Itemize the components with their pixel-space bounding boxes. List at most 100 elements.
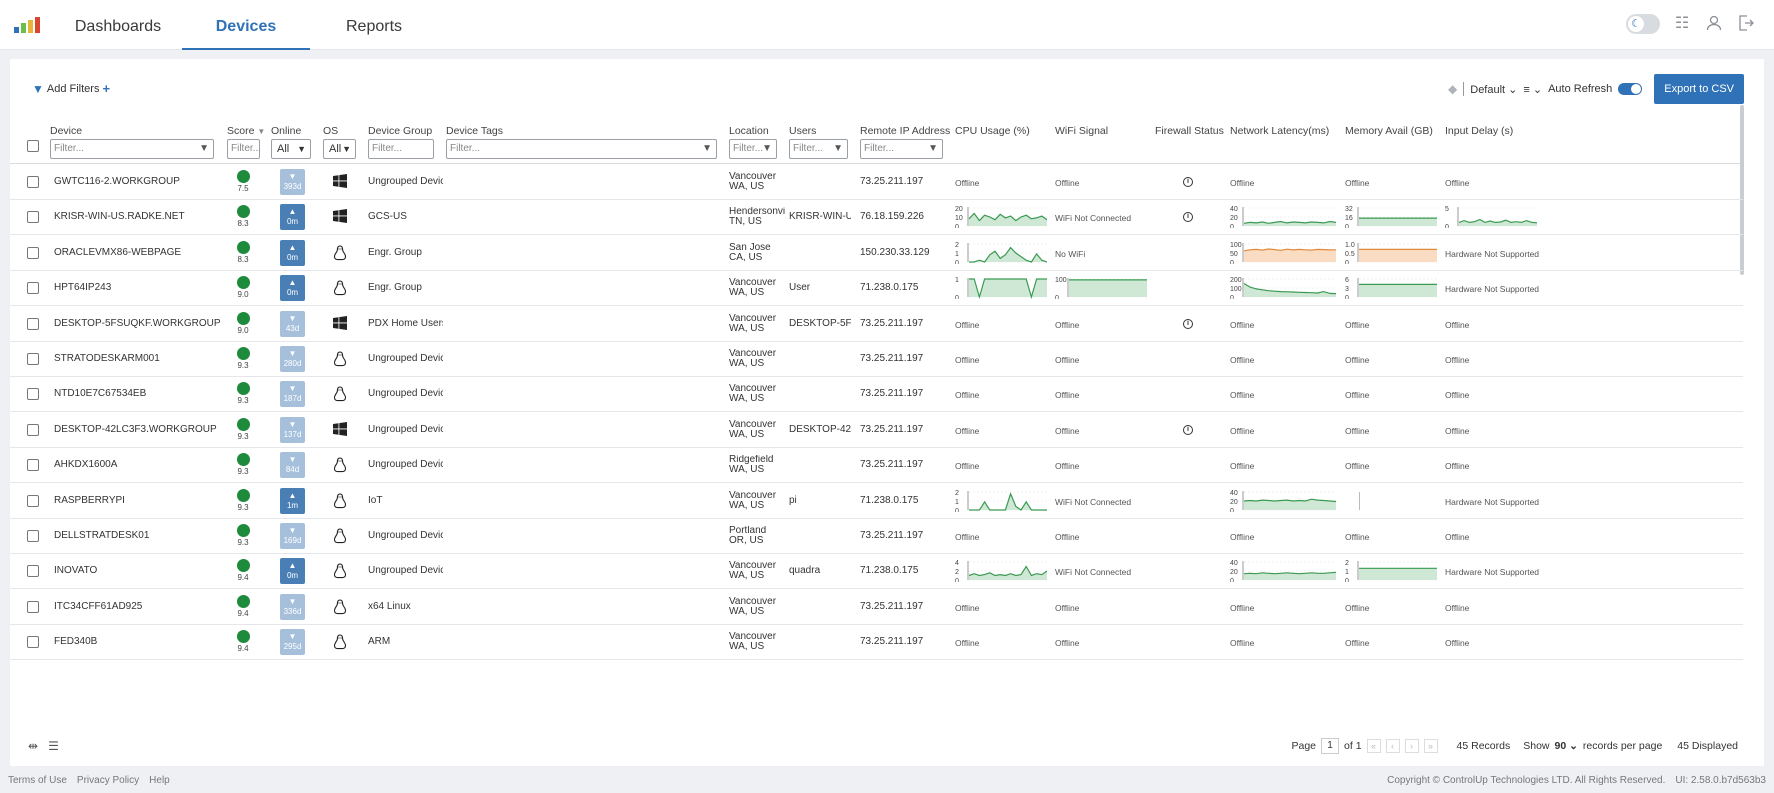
- filter-icon[interactable]: ▼: [833, 140, 843, 158]
- online-badge[interactable]: ▼ 137d: [280, 416, 305, 443]
- memory-sparkline[interactable]: 6 3 0: [1345, 277, 1437, 299]
- tab-reports[interactable]: Reports: [334, 0, 414, 50]
- row-checkbox[interactable]: [27, 459, 39, 472]
- latency-sparkline[interactable]: 100 50 0: [1230, 242, 1336, 264]
- filter-icon[interactable]: ▼: [199, 140, 209, 158]
- row-checkbox[interactable]: [27, 246, 39, 259]
- device-name[interactable]: ITC34CFF61AD925: [54, 601, 224, 612]
- row-checkbox[interactable]: [27, 494, 39, 507]
- filter-icon[interactable]: ▼: [928, 140, 938, 158]
- online-badge[interactable]: ▼ 43d: [280, 310, 305, 337]
- row-checkbox[interactable]: [27, 388, 39, 401]
- prev-page-icon[interactable]: ‹: [1385, 739, 1400, 753]
- device-group-filter-input[interactable]: Filter...: [368, 139, 434, 159]
- col-users-label[interactable]: Users: [789, 123, 848, 139]
- row-checkbox[interactable]: [27, 600, 39, 613]
- row-checkbox[interactable]: [27, 282, 39, 295]
- col-device-label[interactable]: Device: [50, 123, 214, 139]
- view-select[interactable]: Default ⌄: [1470, 83, 1517, 96]
- row-checkbox[interactable]: [27, 565, 39, 578]
- table-row[interactable]: DESKTOP-5FSUQKF.WORKGROUP 9.0 ▼ 43d PDX Home…: [10, 307, 1743, 342]
- online-badge[interactable]: ▲ 1m: [280, 487, 305, 514]
- col-score-label[interactable]: Score ▼: [227, 123, 265, 139]
- device-name[interactable]: INOVATO: [54, 565, 224, 576]
- info-icon[interactable]: i: [1183, 212, 1193, 223]
- online-badge[interactable]: ▼ 169d: [280, 523, 305, 549]
- online-badge[interactable]: ▼ 84d: [280, 452, 305, 479]
- row-checkbox[interactable]: [27, 423, 39, 436]
- tag-icon[interactable]: ◆: [1448, 82, 1457, 96]
- cpu-sparkline[interactable]: 2 1 0: [955, 490, 1047, 512]
- tab-devices[interactable]: Devices: [182, 0, 310, 50]
- device-name[interactable]: NTD10E7C67534EB: [54, 388, 224, 399]
- auto-refresh-toggle[interactable]: [1618, 83, 1643, 95]
- device-name[interactable]: RASPBERRYPI: [54, 495, 224, 506]
- memory-sparkline[interactable]: 32 16 0: [1345, 206, 1437, 228]
- first-page-icon[interactable]: «: [1366, 739, 1381, 753]
- device-filter-input[interactable]: Filter... ▼: [50, 139, 214, 159]
- table-row[interactable]: DELLSTRATDESK01 9.3 ▼ 169d Ungrouped Device P…: [10, 519, 1743, 554]
- device-tags-filter-input[interactable]: Filter... ▼: [446, 139, 717, 159]
- wifi-sparkline[interactable]: 100 0: [1055, 277, 1147, 299]
- table-row[interactable]: DESKTOP-42LC3F3.WORKGROUP 9.3 ▼ 137d Ungroup…: [10, 413, 1743, 448]
- column-menu-icon[interactable]: ≡ ⌄: [1523, 83, 1542, 96]
- col-device-tags-label[interactable]: Device Tags: [446, 123, 717, 139]
- memory-sparkline[interactable]: 1.0 0.5 0: [1345, 242, 1437, 264]
- device-name[interactable]: ORACLEVMX86-WEBPAGE: [54, 247, 224, 258]
- filter-icon[interactable]: ▼: [762, 140, 772, 158]
- settings-sliders-icon[interactable]: ☷: [1672, 14, 1692, 34]
- theme-toggle[interactable]: ☾: [1626, 14, 1660, 34]
- table-row[interactable]: INOVATO 9.4 ▲ 0m Ungrouped Device Vancouver WA…: [10, 554, 1743, 590]
- cpu-sparkline[interactable]: 10: [955, 277, 1047, 300]
- online-badge[interactable]: ▲ 0m: [280, 275, 305, 302]
- table-row[interactable]: ITC34CFF61AD925 9.4 ▼ 336d x64 Linux Vancouve…: [10, 590, 1743, 625]
- col-cpu-label[interactable]: CPU Usage (%): [955, 123, 1030, 139]
- row-checkbox[interactable]: [27, 530, 39, 542]
- col-os-label[interactable]: OS: [323, 123, 356, 139]
- table-row[interactable]: AHKDX1600A 9.3 ▼ 84d Ungrouped Device Ridgefi…: [10, 448, 1743, 484]
- col-memory-label[interactable]: Memory Avail (GB): [1345, 123, 1433, 139]
- table-row[interactable]: STRATODESKARM001 9.3 ▼ 280d Ungrouped Device…: [10, 342, 1743, 377]
- info-icon[interactable]: i: [1183, 318, 1193, 329]
- row-checkbox[interactable]: [27, 211, 39, 224]
- last-page-icon[interactable]: »: [1423, 739, 1438, 753]
- remote-ip-filter-input[interactable]: Filter... ▼: [860, 139, 943, 159]
- device-name[interactable]: DELLSTRATDESK01: [54, 530, 224, 541]
- latency-sparkline[interactable]: 40 20 0: [1230, 560, 1336, 582]
- row-checkbox[interactable]: [27, 353, 39, 365]
- online-badge[interactable]: ▼ 336d: [280, 593, 305, 620]
- users-filter-input[interactable]: Filter... ▼: [789, 139, 848, 159]
- cpu-sparkline[interactable]: 4 2 0: [955, 560, 1047, 582]
- row-checkbox[interactable]: [27, 317, 39, 330]
- row-checkbox[interactable]: [27, 176, 39, 188]
- col-wifi-label[interactable]: WiFi Signal: [1055, 123, 1108, 139]
- device-name[interactable]: GWTC116-2.WORKGROUP: [54, 176, 224, 187]
- memory-sparkline[interactable]: 2 1 0: [1345, 560, 1437, 582]
- online-badge[interactable]: ▼ 295d: [280, 629, 305, 656]
- page-number-input[interactable]: 1: [1321, 738, 1340, 754]
- table-row[interactable]: HPT64IP243 9.0 ▲ 0m Engr. Group Vancouver WA, …: [10, 271, 1743, 307]
- col-input-delay-label[interactable]: Input Delay (s): [1445, 123, 1513, 139]
- table-row[interactable]: FED340B 9.4 ▼ 295d ARM Vancouver WA, US 73.25.2…: [10, 625, 1743, 661]
- tab-dashboards[interactable]: Dashboards: [68, 0, 168, 50]
- privacy-link[interactable]: Privacy Policy: [77, 775, 139, 786]
- next-page-icon[interactable]: ›: [1404, 739, 1419, 753]
- cpu-sparkline[interactable]: 2 1 0: [955, 242, 1047, 264]
- cpu-sparkline[interactable]: 20 10 0: [955, 206, 1047, 228]
- controlup-logo[interactable]: [14, 17, 48, 33]
- add-filters-button[interactable]: ▼ Add Filters +: [32, 81, 110, 96]
- user-icon[interactable]: [1704, 14, 1724, 34]
- device-name[interactable]: KRISR-WIN-US.RADKE.NET: [54, 211, 224, 222]
- terms-link[interactable]: Terms of Use: [8, 775, 67, 786]
- row-checkbox[interactable]: [27, 636, 39, 649]
- online-badge[interactable]: ▼ 280d: [280, 346, 305, 372]
- col-remote-ip-label[interactable]: Remote IP Address: [860, 123, 950, 139]
- col-device-group-label[interactable]: Device Group: [368, 123, 434, 139]
- table-row[interactable]: ORACLEVMX86-WEBPAGE 8.3 ▲ 0m Engr. Group San …: [10, 236, 1743, 271]
- table-row[interactable]: NTD10E7C67534EB 9.3 ▼ 187d Ungrouped Device V…: [10, 377, 1743, 413]
- online-badge[interactable]: ▲ 0m: [280, 204, 305, 231]
- logout-icon[interactable]: [1736, 14, 1756, 34]
- input-sparkline[interactable]: 50: [1445, 206, 1537, 228]
- col-firewall-label[interactable]: Firewall Status: [1155, 123, 1224, 139]
- per-page-select[interactable]: 90 ⌄: [1555, 740, 1578, 752]
